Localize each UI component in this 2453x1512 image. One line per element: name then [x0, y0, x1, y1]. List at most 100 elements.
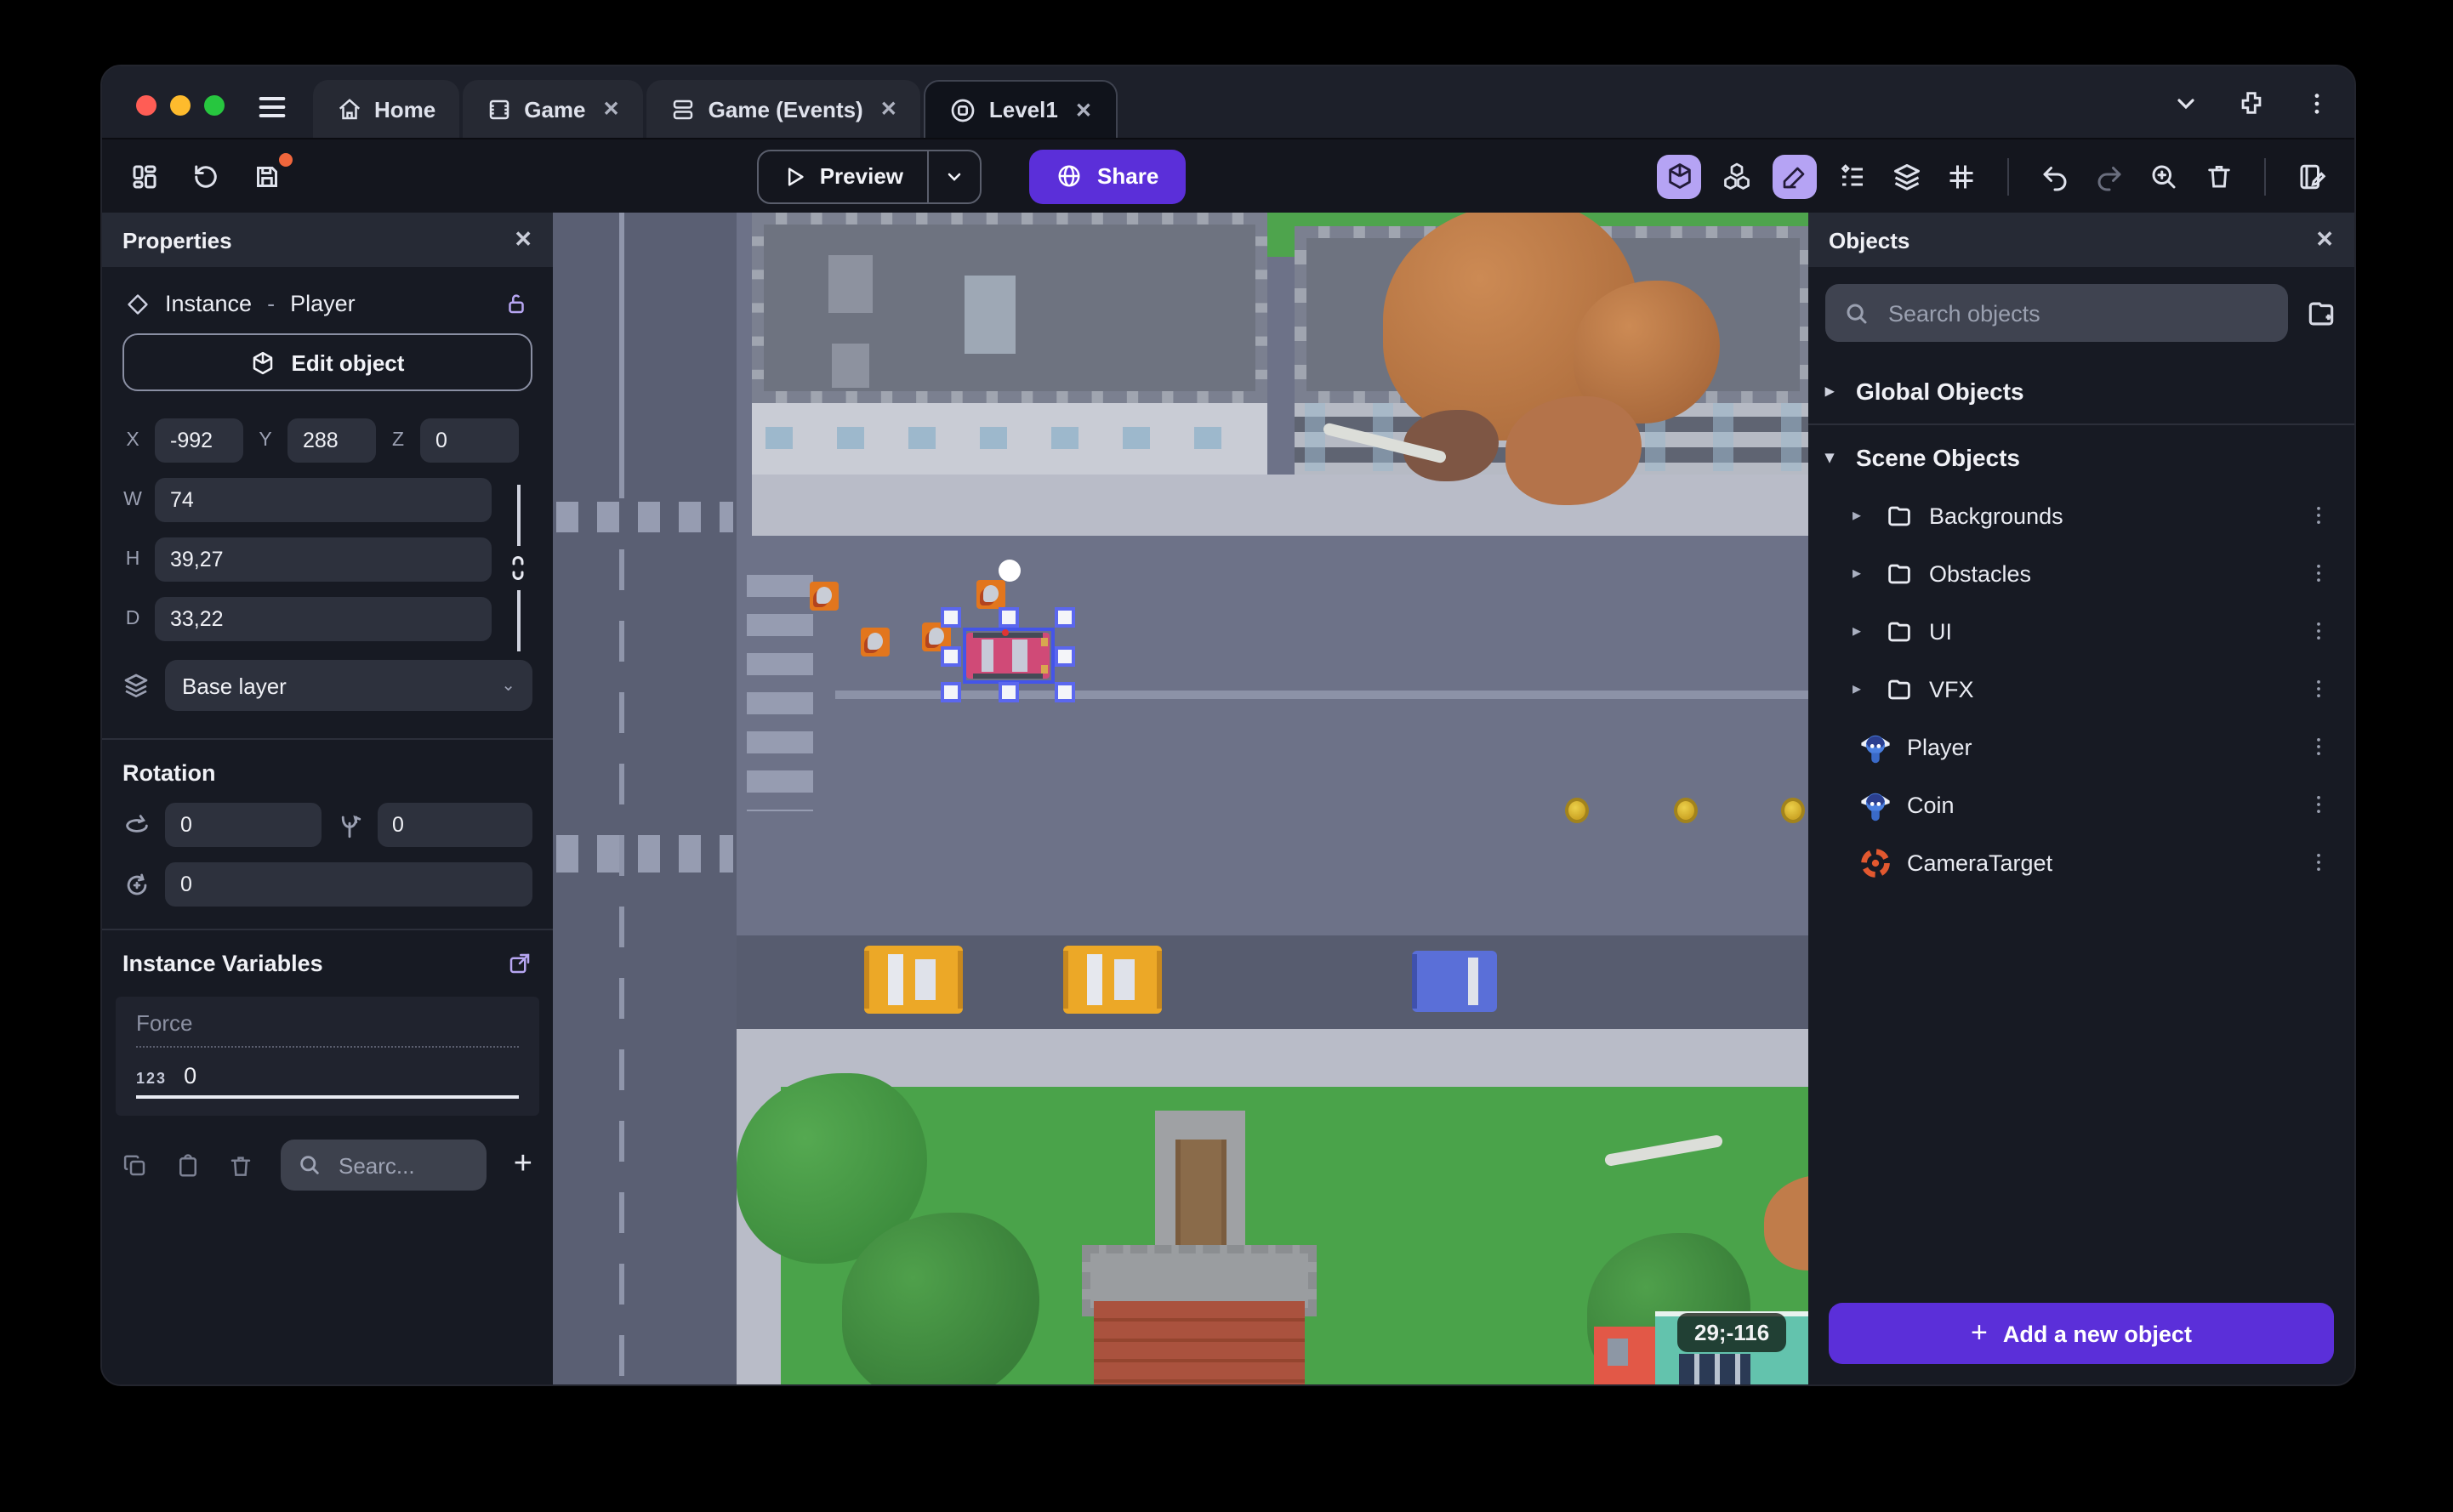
- car-blue[interactable]: [1412, 951, 1497, 1012]
- layers-icon[interactable]: [1888, 157, 1926, 195]
- variable-value-row[interactable]: 123 0: [136, 1048, 519, 1099]
- kebab-menu-icon[interactable]: [2307, 503, 2331, 527]
- kebab-menu-icon[interactable]: [2307, 735, 2331, 759]
- trash-icon[interactable]: [2200, 157, 2237, 195]
- object-item-coin[interactable]: Coin: [1825, 776, 2337, 833]
- car-yellow[interactable]: [864, 946, 963, 1014]
- close-objects-icon[interactable]: ✕: [2315, 226, 2334, 253]
- selection-handle[interactable]: [941, 607, 961, 628]
- rotation-y-input[interactable]: [377, 803, 532, 847]
- scene-properties-icon[interactable]: [2293, 157, 2331, 195]
- menu-hamburger-icon[interactable]: [255, 90, 289, 124]
- extensions-puzzle-icon[interactable]: [2237, 88, 2266, 117]
- layer-select[interactable]: Base layer ⌄: [165, 660, 532, 711]
- edit-mode-pencil-icon[interactable]: [1773, 154, 1818, 198]
- paste-icon[interactable]: [175, 1152, 201, 1178]
- depth-input[interactable]: [155, 597, 492, 641]
- y-input[interactable]: [287, 418, 376, 463]
- open-variables-external-icon[interactable]: [507, 951, 532, 976]
- close-tab-icon[interactable]: ✕: [1075, 98, 1092, 122]
- player-car-selected[interactable]: [966, 629, 1050, 679]
- scene-canvas[interactable]: 29;-116: [553, 213, 1808, 1384]
- add-variable-button[interactable]: +: [514, 1146, 532, 1184]
- rotation-z-input[interactable]: [165, 862, 532, 907]
- z-input[interactable]: [420, 418, 519, 463]
- history-icon[interactable]: [187, 157, 225, 195]
- objects-search-input[interactable]: [1885, 298, 2269, 327]
- object-item-cameratarget[interactable]: CameraTarget: [1825, 833, 2337, 891]
- selection-handle[interactable]: [1055, 607, 1075, 628]
- object-item-player[interactable]: Player: [1825, 718, 2337, 776]
- kebab-menu-icon[interactable]: [2303, 89, 2331, 117]
- grid-icon[interactable]: [1943, 157, 1980, 195]
- coin[interactable]: [1565, 798, 1589, 823]
- tab-game[interactable]: Game ✕: [463, 80, 644, 138]
- close-properties-icon[interactable]: ✕: [514, 226, 532, 253]
- variable-name[interactable]: Force: [136, 1010, 519, 1048]
- objects-search[interactable]: [1825, 284, 2288, 342]
- lock-open-icon[interactable]: [504, 291, 529, 316]
- edit-object-button[interactable]: Edit object: [122, 333, 532, 391]
- save-icon[interactable]: [248, 152, 293, 195]
- instance-variables-title: Instance Variables: [122, 951, 323, 976]
- width-input[interactable]: [155, 478, 492, 522]
- close-window-button[interactable]: [136, 95, 157, 116]
- add-folder-icon[interactable]: [2305, 297, 2337, 329]
- crate-obstacle[interactable]: [976, 580, 1005, 609]
- instances-list-icon[interactable]: [1834, 157, 1871, 195]
- tab-game-events[interactable]: Game (Events) ✕: [646, 80, 921, 138]
- kebab-menu-icon[interactable]: [2307, 619, 2331, 643]
- building-roof-left[interactable]: [752, 213, 1267, 403]
- variables-search-input[interactable]: [335, 1151, 454, 1179]
- copy-icon[interactable]: [122, 1152, 148, 1178]
- kebab-menu-icon[interactable]: [2307, 677, 2331, 701]
- minimize-window-button[interactable]: [170, 95, 191, 116]
- selection-handle[interactable]: [1055, 682, 1075, 702]
- add-new-object-button[interactable]: + Add a new object: [1829, 1303, 2334, 1364]
- objects-3d-icon[interactable]: [1718, 157, 1756, 195]
- zoom-window-button[interactable]: [204, 95, 225, 116]
- share-button[interactable]: Share: [1029, 149, 1187, 203]
- preview-button[interactable]: Preview: [759, 163, 927, 189]
- road-vertical[interactable]: [553, 213, 737, 1384]
- desktop: Home Game ✕ Game (Events) ✕ Level1 ✕ Pre…: [0, 0, 2453, 1512]
- tab-level1[interactable]: Level1 ✕: [924, 80, 1118, 138]
- object-item-backgrounds[interactable]: ▸ Backgrounds: [1825, 486, 2337, 544]
- preview-options-dropdown[interactable]: [927, 151, 980, 202]
- selection-handle[interactable]: [1055, 646, 1075, 667]
- kebab-menu-icon[interactable]: [2307, 850, 2331, 874]
- global-objects-group[interactable]: ▸ Global Objects: [1825, 362, 2337, 420]
- object-item-obstacles[interactable]: ▸ Obstacles: [1825, 544, 2337, 602]
- variables-search[interactable]: [281, 1140, 487, 1191]
- kebab-menu-icon[interactable]: [2307, 793, 2331, 816]
- selection-handle[interactable]: [941, 646, 961, 667]
- crate-obstacle[interactable]: [861, 628, 890, 657]
- x-input[interactable]: [155, 418, 243, 463]
- height-input[interactable]: [155, 537, 492, 582]
- castle-bricks[interactable]: [1094, 1301, 1305, 1384]
- project-manager-icon[interactable]: [126, 157, 163, 195]
- selection-handle[interactable]: [999, 682, 1019, 702]
- coin[interactable]: [1674, 798, 1698, 823]
- tab-home[interactable]: Home: [313, 80, 460, 138]
- kebab-menu-icon[interactable]: [2307, 561, 2331, 585]
- toggle-3d-view-icon[interactable]: [1657, 154, 1702, 198]
- redo-icon[interactable]: [2091, 157, 2128, 195]
- coin[interactable]: [1781, 798, 1805, 823]
- selection-handle[interactable]: [999, 607, 1019, 628]
- selection-handle[interactable]: [941, 682, 961, 702]
- rotation-x-input[interactable]: [165, 803, 321, 847]
- proportional-resize-control[interactable]: [505, 478, 532, 657]
- undo-icon[interactable]: [2036, 157, 2074, 195]
- object-item-vfx[interactable]: ▸ VFX: [1825, 660, 2337, 718]
- rotation-handle[interactable]: [999, 560, 1021, 582]
- chevron-down-icon[interactable]: [2172, 89, 2200, 117]
- close-tab-icon[interactable]: ✕: [603, 97, 620, 121]
- crate-obstacle[interactable]: [810, 582, 839, 611]
- zoom-in-icon[interactable]: [2145, 157, 2183, 195]
- scene-objects-group[interactable]: ▾ Scene Objects: [1825, 429, 2337, 486]
- car-yellow[interactable]: [1063, 946, 1162, 1014]
- object-item-ui[interactable]: ▸ UI: [1825, 602, 2337, 660]
- delete-variable-icon[interactable]: [228, 1152, 253, 1178]
- close-tab-icon[interactable]: ✕: [880, 97, 897, 121]
